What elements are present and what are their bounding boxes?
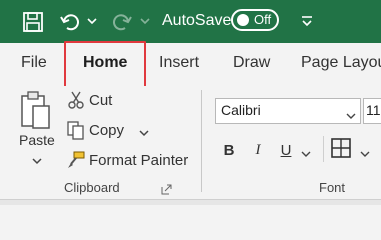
- autosave-state: Off: [254, 12, 272, 27]
- home-tab-highlight: [64, 41, 146, 90]
- paste-icon[interactable]: [20, 90, 52, 130]
- group-divider: [201, 90, 202, 192]
- ribbon-bottom-edge: [0, 199, 381, 205]
- toolbar-separator: [323, 136, 324, 162]
- borders-icon[interactable]: [330, 137, 352, 159]
- borders-dropdown-icon[interactable]: [360, 145, 370, 157]
- scissors-icon: [66, 90, 86, 110]
- tab-file[interactable]: File: [21, 52, 47, 74]
- font-name-value: Calibri: [221, 102, 261, 118]
- tab-page-layout[interactable]: Page Layout: [301, 52, 381, 74]
- font-size-value: 11: [366, 102, 381, 118]
- font-size-select[interactable]: 11: [363, 98, 381, 124]
- font-name-select[interactable]: Calibri: [215, 98, 361, 124]
- paste-label[interactable]: Paste: [19, 132, 55, 148]
- undo-icon[interactable]: [58, 10, 82, 34]
- paste-dropdown-icon[interactable]: [31, 153, 43, 165]
- copy-dropdown-icon[interactable]: [138, 125, 150, 137]
- paintbrush-icon: [66, 150, 86, 170]
- undo-dropdown-icon[interactable]: [85, 14, 99, 28]
- copy-label: Copy: [89, 121, 125, 139]
- font-group-label: Font: [319, 180, 346, 195]
- dialog-launcher-icon[interactable]: [161, 182, 173, 195]
- cut-button[interactable]: Cut: [66, 89, 112, 111]
- format-painter-button[interactable]: Format Painter: [66, 149, 188, 171]
- bold-button[interactable]: B: [221, 138, 237, 162]
- copy-icon: [66, 120, 86, 140]
- redo-dropdown-icon[interactable]: [138, 14, 152, 28]
- cut-label: Cut: [89, 91, 113, 109]
- format-painter-label: Format Painter: [89, 151, 189, 169]
- tab-insert[interactable]: Insert: [159, 52, 199, 74]
- save-icon[interactable]: [21, 10, 45, 34]
- redo-icon[interactable]: [110, 10, 134, 34]
- tab-draw[interactable]: Draw: [233, 52, 270, 74]
- chevron-down-icon: [346, 107, 356, 119]
- underline-button[interactable]: U: [278, 138, 294, 162]
- italic-button[interactable]: I: [251, 138, 265, 162]
- copy-button[interactable]: Copy: [66, 119, 150, 141]
- title-bar: AutoSave Off: [0, 0, 381, 43]
- clipboard-group-label: Clipboard: [64, 180, 120, 195]
- autosave-toggle[interactable]: Off: [231, 9, 279, 31]
- autosave-label: AutoSave: [162, 12, 232, 29]
- ribbon-tabs: File Home Insert Draw Page Layout: [0, 43, 381, 86]
- underline-dropdown-icon[interactable]: [301, 145, 311, 157]
- toggle-knob: [237, 14, 249, 26]
- customize-toolbar-icon[interactable]: [298, 12, 316, 30]
- active-tab-underline: [81, 33, 130, 36]
